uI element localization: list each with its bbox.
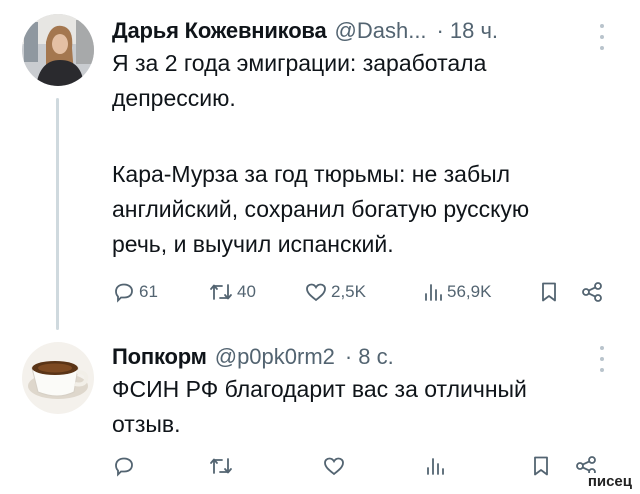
bookmark-icon <box>534 456 548 476</box>
text-line: ФСИН РФ благодарит вас за отличный <box>112 376 527 402</box>
avatar[interactable] <box>22 342 94 414</box>
separator-dot: · <box>436 18 444 43</box>
avatar[interactable] <box>22 14 94 86</box>
bookmark-icon <box>542 282 556 302</box>
reply-button[interactable]: 61 <box>112 276 158 308</box>
author-name[interactable]: Попкорм <box>112 344 207 370</box>
timestamp[interactable]: 18 ч. <box>450 18 498 44</box>
bookmark-button[interactable] <box>538 276 560 308</box>
reply-count: 61 <box>139 282 158 301</box>
views-icon <box>425 284 442 301</box>
text-line: Кара-Мурза за год тюрьмы: не забыл <box>112 161 511 187</box>
repost-icon <box>210 458 232 474</box>
share-icon <box>582 282 602 302</box>
text-line: Я за 2 года эмиграции: заработала <box>112 50 487 76</box>
like-count: 2,5K <box>331 282 366 301</box>
tweet-thread: Дарья Кожевникова @Dash... · 18 ч. Я за … <box>0 0 640 494</box>
bookmark-button[interactable] <box>530 450 552 482</box>
tweet-header: Попкорм @p0pk0rm2 · 8 с. <box>112 340 394 374</box>
tweet-text: Кара-Мурза за год тюрьмы: не забыл англи… <box>112 157 622 262</box>
text-line: депрессию. <box>112 85 236 111</box>
author-name[interactable]: Дарья Кожевникова <box>112 18 327 44</box>
thread-connector-line <box>56 98 59 330</box>
repost-icon <box>210 284 232 300</box>
action-bar <box>112 450 622 482</box>
separator-dot: · <box>344 344 353 369</box>
text-line: отзыв. <box>112 411 181 437</box>
author-handle[interactable]: @p0pk0rm2 <box>215 344 335 370</box>
timestamp[interactable]: 8 с. <box>358 344 393 370</box>
like-icon <box>306 283 326 302</box>
tweet-text: ФСИН РФ благодарит вас за отличный отзыв… <box>112 372 622 442</box>
share-button[interactable] <box>580 276 604 308</box>
text-line: английский, сохранил богатую русскую <box>112 196 530 222</box>
watermark: писец <box>585 473 634 490</box>
reply-button[interactable] <box>112 450 136 482</box>
like-icon <box>324 457 344 476</box>
repost-button[interactable]: 40 <box>208 276 256 308</box>
like-button[interactable]: 2,5K <box>304 276 366 308</box>
text-line: речь, и выучил испанский. <box>112 231 394 257</box>
more-icon[interactable] <box>598 346 606 372</box>
reply-icon <box>115 457 133 477</box>
action-bar: 61 40 2,5K 56,9K <box>112 276 622 308</box>
views-count: 56,9K <box>447 282 492 301</box>
tweet-header: Дарья Кожевникова @Dash... · 18 ч. <box>112 14 498 48</box>
tweet-text: Я за 2 года эмиграции: заработала депрес… <box>112 46 622 116</box>
views-icon <box>427 458 444 475</box>
like-button[interactable] <box>322 450 346 482</box>
author-handle[interactable]: @Dash... <box>335 18 427 44</box>
reply-icon <box>115 283 133 303</box>
repost-count: 40 <box>237 282 256 301</box>
views-button[interactable]: 56,9K <box>422 276 491 308</box>
repost-button[interactable] <box>208 450 234 482</box>
views-button[interactable] <box>424 450 446 482</box>
